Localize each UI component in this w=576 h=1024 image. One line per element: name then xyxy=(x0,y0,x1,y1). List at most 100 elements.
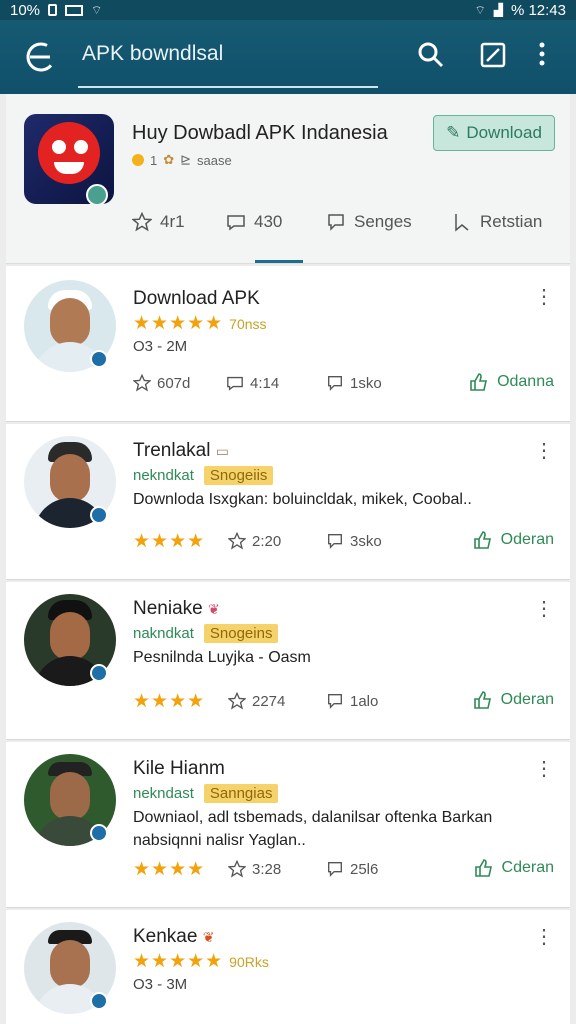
wifi-icon: ⌔ xyxy=(91,2,103,17)
tab-indicator xyxy=(255,260,303,263)
status-bar: 10% ⌔ ⌔ ▟ % 12:43 xyxy=(0,0,576,20)
likes-action[interactable]: 2:20 xyxy=(228,532,281,550)
likes-action[interactable]: 3:28 xyxy=(228,860,281,878)
item-description: Downiaol, adl tsbemads, dalanilsar often… xyxy=(133,809,493,849)
wifi-signal-icon: ⌔ xyxy=(474,2,486,17)
item-title: Kile Hianm xyxy=(133,758,225,779)
likes-action[interactable]: 2274 xyxy=(228,692,285,710)
stat-retstian[interactable]: Retstian xyxy=(452,212,542,232)
order-button[interactable]: Oderan xyxy=(473,530,554,550)
order-button[interactable]: Cderan xyxy=(474,858,554,878)
emoji-icon: ❦ xyxy=(208,601,220,617)
emoji-icon: ▭ xyxy=(215,443,229,459)
download-button[interactable]: ✎ Download xyxy=(433,115,555,151)
item-sub: O3 - 3M xyxy=(133,976,188,993)
item-title: Trenlakal ▭ xyxy=(133,440,229,461)
comment-icon xyxy=(227,215,245,231)
pencil-icon: ✎ xyxy=(446,123,461,142)
more-options-icon[interactable]: ⋮ xyxy=(534,287,554,307)
comment-icon xyxy=(227,376,243,391)
reply-action[interactable]: 25l6 xyxy=(326,860,378,878)
star-icon xyxy=(228,692,246,710)
reply-action[interactable]: 1sko xyxy=(326,374,382,392)
thumbs-up-icon xyxy=(473,531,491,549)
list-item[interactable]: Kile Hianm nekndast Sanngias Downiaol, a… xyxy=(6,742,570,908)
app-header-card: Huy Dowbadl APK Indanesia 1 ✿ ⊵ saase ✎ … xyxy=(6,94,570,264)
reply-action[interactable]: 3sko xyxy=(326,532,382,550)
list-item[interactable]: Kenkae ❦ ★★★★★ 90Rks O3 - 3M ⋮ xyxy=(6,910,570,1024)
item-tag-row: nakndkat Snogeins xyxy=(133,624,279,643)
rating-stars-icon: ★★★★ xyxy=(133,859,206,880)
verified-badge-icon xyxy=(86,184,108,204)
verified-icon xyxy=(90,664,108,682)
more-options-icon[interactable]: ⋮ xyxy=(534,927,554,947)
stat-rating[interactable]: 4r1 xyxy=(132,212,185,232)
list-item[interactable]: Trenlakal ▭ nekndkat Snogeiis Downloda I… xyxy=(6,424,570,580)
gear-icon: ✿ xyxy=(163,152,175,167)
item-sub: O3 - 2M xyxy=(133,338,188,355)
rating-row: ★★★★★ 90Rks xyxy=(133,951,269,972)
thumbs-up-icon xyxy=(470,373,488,391)
clock: % 12:43 xyxy=(510,1,566,19)
item-description: Downloda Isxgkan: boluincldak, mikek, Co… xyxy=(133,491,472,508)
rating-row: ★★★★ xyxy=(133,858,205,881)
cell-signal-icon: ▟ xyxy=(493,3,503,17)
verified-icon xyxy=(90,992,108,1010)
rating-stars-icon: ★★★★★ xyxy=(133,313,224,334)
app-icon[interactable] xyxy=(24,114,114,204)
tag-icon: ⊵ xyxy=(180,152,192,167)
star-icon xyxy=(228,860,246,878)
battery-percent: 10% xyxy=(10,1,41,19)
more-options-icon[interactable]: ⋮ xyxy=(534,759,554,779)
more-options-icon[interactable]: ⋮ xyxy=(534,441,554,461)
order-button[interactable]: Oderan xyxy=(473,690,554,710)
item-title: Kenkae ❦ xyxy=(133,926,215,947)
rating-row: ★★★★ xyxy=(133,690,205,713)
reply-action[interactable]: 1alo xyxy=(326,692,378,710)
app-meta: 1 ✿ ⊵ saase xyxy=(132,152,232,168)
rating-stars-icon: ★★★★★ xyxy=(133,951,224,972)
rating-row: ★★★★ xyxy=(133,530,205,553)
rating-stars-icon: ★★★★ xyxy=(133,531,206,552)
search-query[interactable]: APK bowndlsal xyxy=(82,42,223,66)
search-underline xyxy=(78,86,378,88)
flag-icon xyxy=(455,214,469,232)
item-title: Download APK xyxy=(133,288,260,309)
verified-icon xyxy=(90,824,108,842)
item-description: Pesnilnda Luyjka - Oasm xyxy=(133,649,311,666)
app-title: Huy Dowbadl APK Indanesia xyxy=(132,122,388,144)
stat-comments[interactable]: 430 xyxy=(226,212,282,232)
more-icon[interactable] xyxy=(536,40,566,70)
item-tag-row: nekndast Sanngias xyxy=(133,784,279,803)
rating-row: ★★★★★ 70nss xyxy=(133,313,267,334)
more-options-icon[interactable]: ⋮ xyxy=(534,599,554,619)
star-icon xyxy=(132,212,152,232)
rating-stars-icon: ★★★★ xyxy=(133,691,206,712)
list-item[interactable]: Neniake ❦ nakndkat Snogeins Pesnilnda Lu… xyxy=(6,582,570,740)
bookmark-icon xyxy=(328,214,344,231)
star-icon xyxy=(228,532,246,550)
sim-icon xyxy=(65,4,84,16)
emoji-icon: ❦ xyxy=(202,929,215,945)
item-tag-row: nekndkat Snogeiis xyxy=(133,466,274,485)
stat-senges[interactable]: Senges xyxy=(326,212,412,232)
verified-icon xyxy=(90,506,108,524)
star-icon xyxy=(133,374,151,392)
phone-icon xyxy=(48,4,58,16)
order-button[interactable]: Odanna xyxy=(469,372,554,392)
edit-icon[interactable] xyxy=(478,40,508,70)
verified-icon xyxy=(90,350,108,368)
item-title: Neniake ❦ xyxy=(133,598,220,619)
coin-icon xyxy=(132,154,144,166)
comments-action[interactable]: 4:14 xyxy=(226,374,279,392)
tag-pill[interactable]: Sanngias xyxy=(203,784,279,803)
app-stats-row: 4r1 430 Senges Retstian xyxy=(6,212,570,240)
list-item[interactable]: Download APK ★★★★★ 70nss O3 - 2M 607d 4:… xyxy=(6,266,570,422)
likes-action[interactable]: 607d xyxy=(133,374,190,392)
bookmark-icon xyxy=(328,376,342,391)
tag-pill[interactable]: Snogeins xyxy=(203,624,279,643)
bookmark-icon xyxy=(328,862,342,877)
tag-pill[interactable]: Snogeiis xyxy=(203,466,274,485)
back-icon[interactable] xyxy=(24,40,58,74)
search-icon[interactable] xyxy=(416,40,446,70)
